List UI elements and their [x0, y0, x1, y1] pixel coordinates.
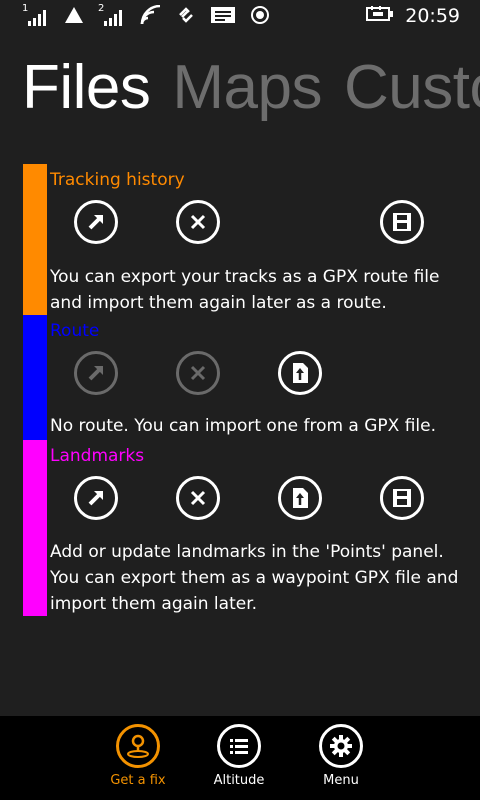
tracking-text-line2: and import them again later as a route.	[50, 293, 387, 313]
no-signal-icon	[64, 6, 84, 28]
export-arrow-icon	[88, 491, 103, 506]
signal-sim1-icon: 1	[22, 3, 50, 27]
import-file-icon	[293, 363, 308, 383]
pivot-tab-maps[interactable]: Maps	[172, 53, 322, 122]
landmarks-text-line3: import them again later.	[50, 594, 258, 614]
pivot-tab-custom[interactable]: Custo	[344, 53, 480, 122]
landmarks-delete-button[interactable]	[176, 476, 220, 520]
route-color-bar	[23, 315, 47, 440]
export-arrow-icon	[88, 366, 103, 381]
gear-icon	[330, 735, 352, 757]
close-icon	[190, 214, 206, 230]
altitude-label: Altitude	[213, 773, 265, 788]
get-a-fix-label: Get a fix	[110, 773, 166, 788]
sim2-label: 2	[98, 3, 105, 14]
list-icon	[230, 739, 248, 754]
landmarks-color-bar	[23, 440, 47, 616]
tracking-delete-button[interactable]	[176, 200, 220, 244]
close-icon	[190, 490, 206, 506]
landmarks-save-button[interactable]	[380, 476, 424, 520]
export-arrow-icon	[88, 215, 103, 230]
pivot-header: Files Maps Custo	[22, 52, 480, 123]
clock: 20:59	[405, 5, 460, 27]
route-import-button[interactable]	[278, 351, 322, 395]
tracking-buttons	[74, 200, 474, 250]
pivot-tab-files[interactable]: Files	[22, 53, 151, 122]
landmarks-export-button[interactable]	[74, 476, 118, 520]
tracking-save-button[interactable]	[380, 200, 424, 244]
landmarks-import-button[interactable]	[278, 476, 322, 520]
tracking-title: Tracking history	[50, 170, 185, 190]
tracking-description: You can export your tracks as a GPX rout…	[50, 264, 439, 316]
route-section: Route No route. You can import one from …	[23, 315, 463, 440]
location-icon	[250, 5, 270, 29]
landmarks-section: Landmarks Add or update landmarks in the…	[23, 440, 463, 616]
tracking-color-bar	[23, 164, 47, 315]
wifi-icon	[140, 4, 162, 29]
save-icon	[393, 213, 411, 231]
landmarks-text-line2: You can export them as a waypoint GPX fi…	[50, 568, 459, 588]
map-pin-icon	[127, 734, 149, 758]
altitude-button[interactable]: Altitude	[194, 724, 284, 788]
battery-charging-icon	[365, 5, 395, 27]
menu-label: Menu	[323, 773, 359, 788]
tracking-export-button[interactable]	[74, 200, 118, 244]
route-title: Route	[50, 321, 100, 341]
signal-sim2-icon: 2	[98, 3, 126, 27]
sim1-label: 1	[22, 3, 29, 14]
menu-button[interactable]: Menu	[296, 724, 386, 788]
message-icon	[210, 6, 236, 28]
import-file-icon	[293, 488, 308, 508]
route-text-line1: No route. You can import one from a GPX …	[50, 416, 437, 436]
landmarks-description: Add or update landmarks in the 'Points' …	[50, 539, 458, 617]
app-bar: Get a fix Altitude Menu	[0, 716, 480, 800]
tracking-history-section: Tracking history You can export your tra…	[23, 164, 463, 315]
landmarks-text-line1: Add or update landmarks in the 'Points' …	[50, 542, 444, 562]
route-export-button[interactable]	[74, 351, 118, 395]
route-description: No route. You can import one from a GPX …	[50, 413, 436, 439]
landmarks-buttons	[74, 476, 474, 526]
route-buttons	[74, 351, 474, 401]
tracking-text-line1: You can export your tracks as a GPX rout…	[50, 267, 440, 287]
get-a-fix-button[interactable]: Get a fix	[93, 724, 183, 788]
save-icon	[393, 489, 411, 507]
landmarks-title: Landmarks	[50, 446, 145, 466]
route-delete-button[interactable]	[176, 351, 220, 395]
status-bar: 1 2 20:59	[0, 0, 480, 34]
data-sync-icon	[176, 5, 196, 29]
close-icon	[190, 365, 206, 381]
